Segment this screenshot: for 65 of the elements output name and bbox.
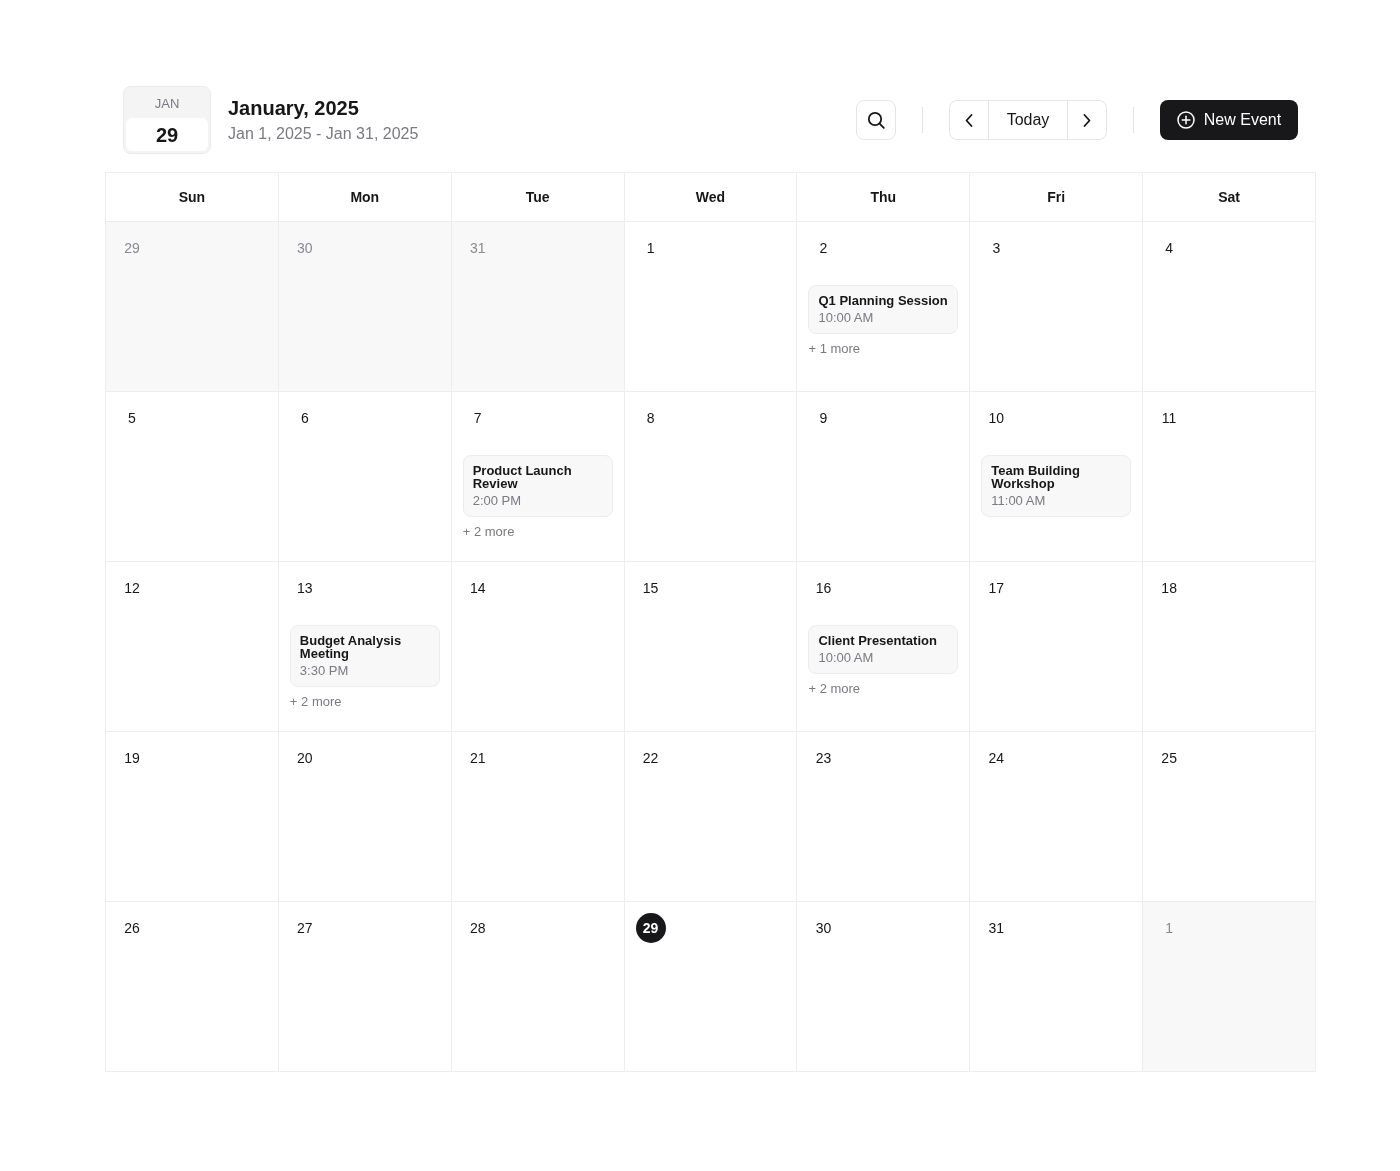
day-number: 18 (1160, 578, 1178, 598)
day-number: 23 (814, 748, 833, 768)
day-number: 28 (468, 918, 487, 938)
day-number: 2 (818, 238, 829, 258)
more-events-link[interactable]: + 2 more (462, 524, 515, 540)
day-number: 17 (987, 578, 1006, 598)
event-title: Budget Analysis Meeting (299, 634, 403, 660)
event-title: Q1 Planning Session (818, 294, 948, 307)
day-number: 31 (468, 238, 487, 258)
day-number: 11 (1160, 408, 1178, 428)
event-card[interactable]: Client Presentation 10:00 AM (808, 625, 959, 674)
day-number: 15 (641, 578, 660, 598)
day-number: 31 (987, 918, 1006, 938)
day-number: 6 (299, 408, 310, 428)
day-number: 22 (641, 748, 660, 768)
today-button[interactable]: Today (989, 101, 1068, 139)
day-number: 3 (991, 238, 1002, 258)
day-number: 13 (296, 578, 314, 598)
event-card[interactable]: Q1 Planning Session 10:00 AM (808, 285, 959, 334)
search-button[interactable] (856, 100, 896, 140)
badge-day-number: 29 (126, 118, 208, 151)
event-time: 3:30 PM (299, 663, 349, 679)
day-number: 27 (296, 918, 314, 938)
day-number: 26 (123, 918, 141, 938)
event-title: Team Building Workshop (991, 464, 1081, 490)
event-title: Product Launch Review (472, 464, 573, 490)
day-number: 4 (1164, 238, 1175, 258)
day-number: 10 (987, 408, 1006, 428)
day-number: 24 (987, 748, 1006, 768)
day-number: 21 (468, 748, 487, 768)
chevron-left-icon (965, 113, 973, 127)
event-card[interactable]: Team Building Workshop 11:00 AM (981, 455, 1132, 517)
event-time: 11:00 AM (991, 493, 1046, 509)
more-events-link[interactable]: + 2 more (808, 681, 861, 697)
chevron-right-icon (1083, 113, 1091, 127)
date-range: Jan 1, 2025 - Jan 31, 2025 (228, 124, 419, 144)
day-number: 5 (127, 408, 137, 428)
plus-circle-icon (1176, 111, 1195, 129)
day-number: 12 (123, 578, 141, 598)
event-time: 10:00 AM (818, 310, 874, 326)
month-title: January, 2025 (228, 96, 360, 120)
event-time: 2:00 PM (472, 493, 522, 509)
badge-month: JAN (154, 96, 180, 112)
more-events-link[interactable]: + 1 more (808, 341, 861, 357)
event-time: 10:00 AM (818, 650, 874, 666)
day-number: 30 (814, 918, 833, 938)
event-title: Client Presentation (818, 634, 937, 647)
day-number: 8 (645, 408, 656, 428)
day-number: 16 (814, 578, 833, 598)
day-number: 9 (818, 408, 829, 428)
day-number: 7 (472, 408, 483, 428)
day-number: 19 (123, 748, 141, 768)
day-number: 30 (296, 238, 314, 258)
day-number: 1 (645, 238, 656, 258)
event-card[interactable]: Budget Analysis Meeting 3:30 PM (289, 625, 440, 687)
day-number: 14 (468, 578, 487, 598)
day-number: 29 (123, 238, 141, 258)
day-number: 29 (635, 913, 666, 943)
more-events-link[interactable]: + 2 more (289, 694, 342, 710)
day-number: 1 (1164, 918, 1175, 938)
new-event-button[interactable]: New Event (1160, 100, 1298, 140)
event-card[interactable]: Product Launch Review 2:00 PM (462, 455, 613, 517)
day-number: 20 (296, 748, 314, 768)
day-number: 25 (1160, 748, 1178, 768)
search-icon (867, 111, 885, 129)
